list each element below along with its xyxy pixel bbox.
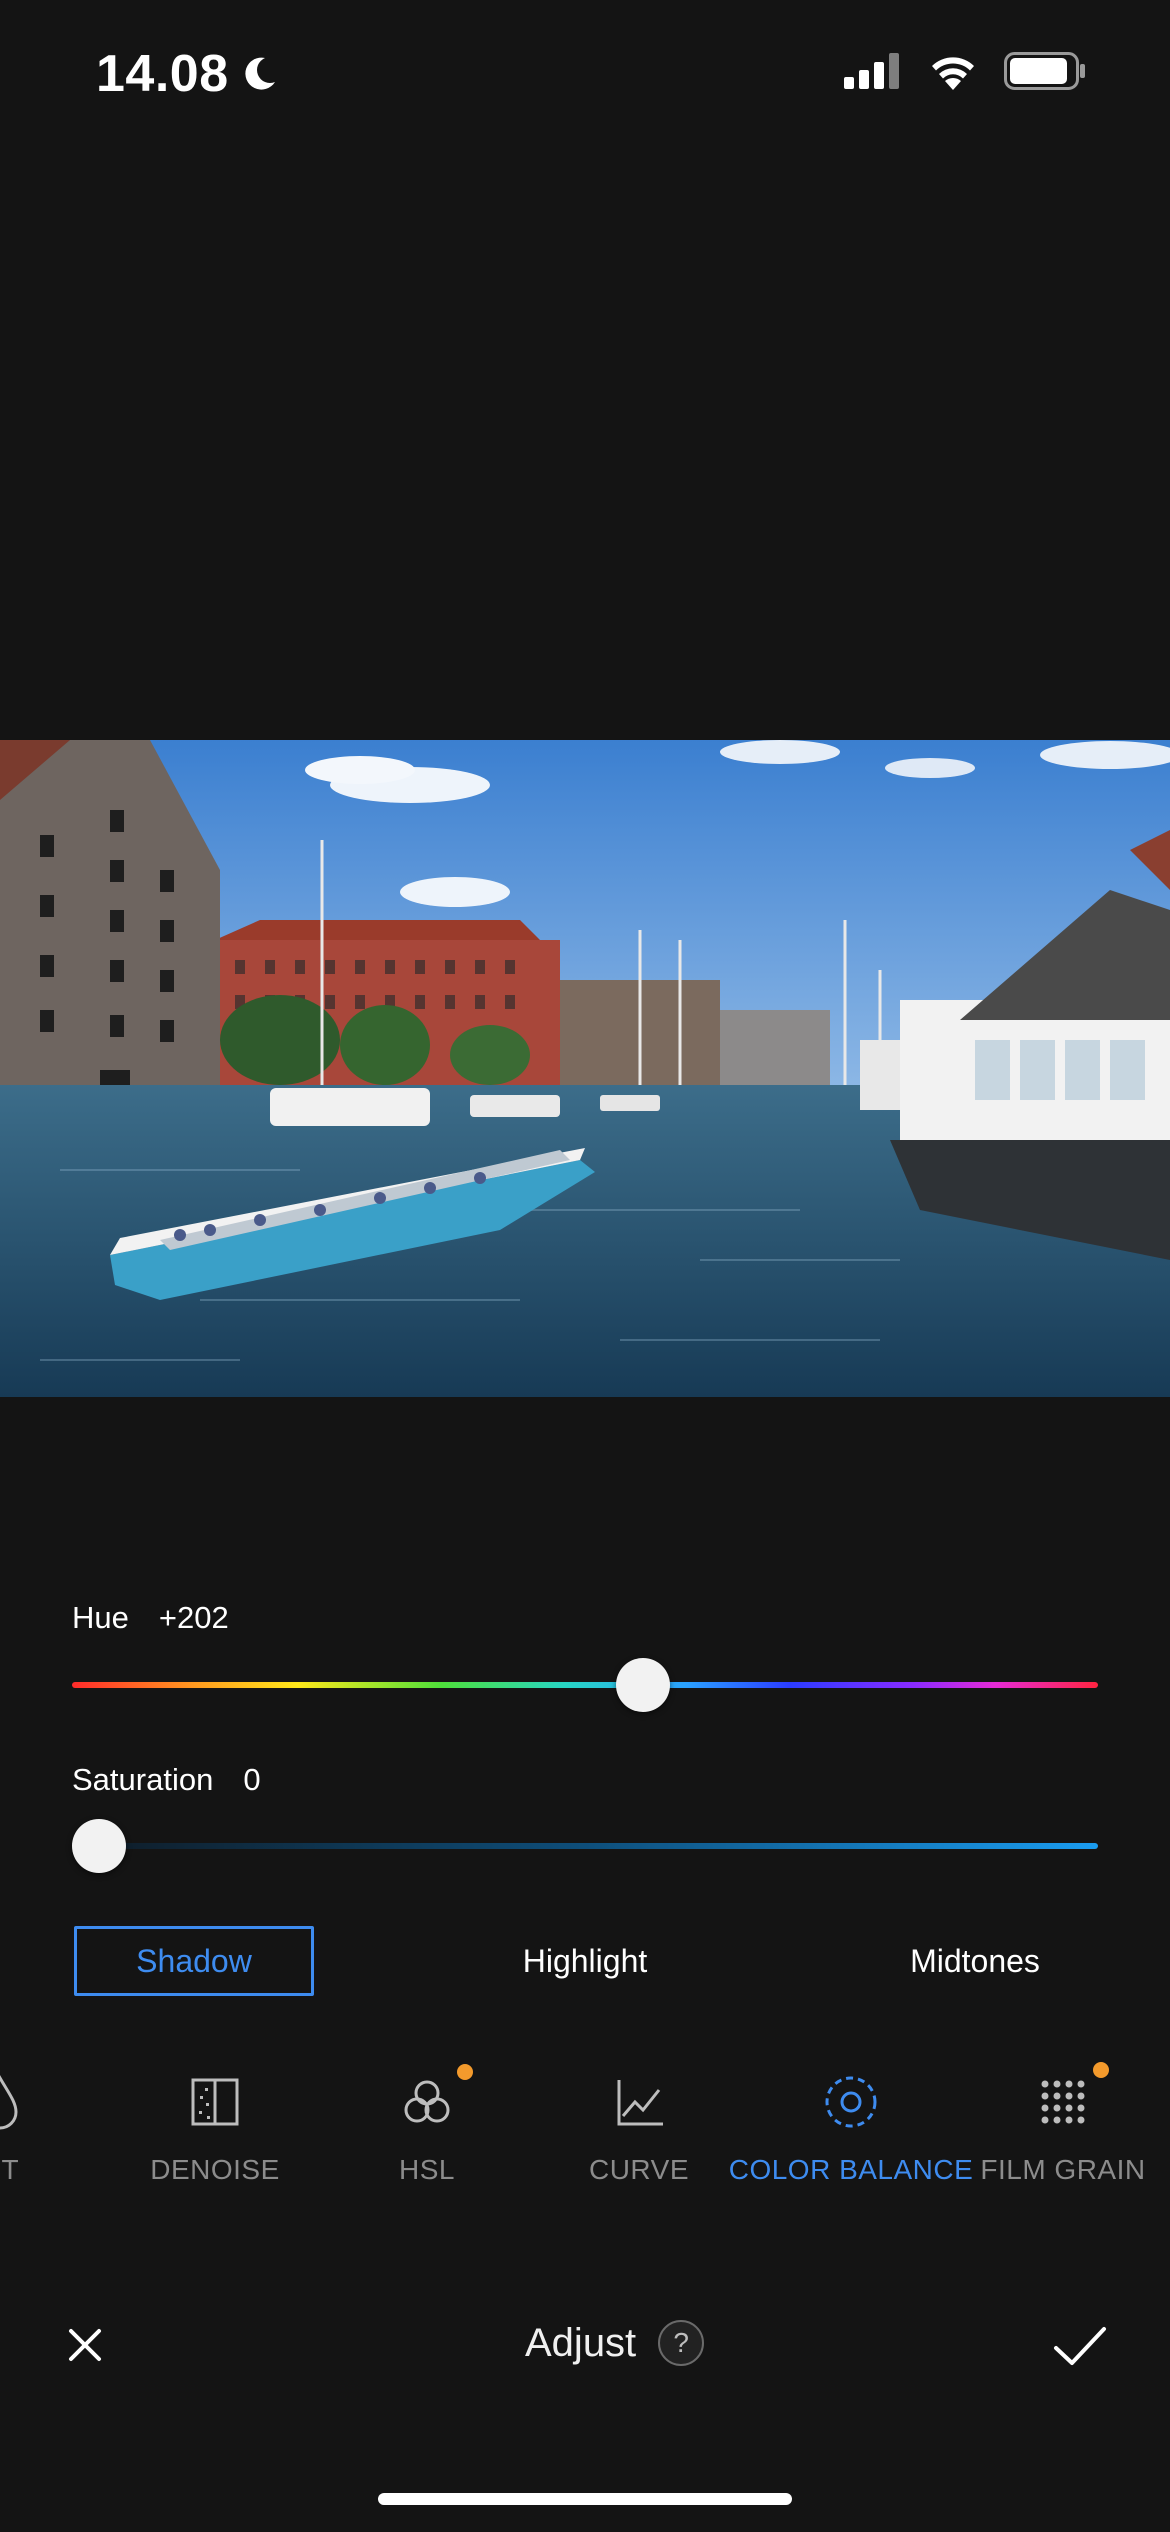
hsl-modified-dot: [457, 2064, 473, 2080]
tool-color-balance[interactable]: COLOR BALANCE: [729, 2070, 973, 2186]
confirm-button[interactable]: [1050, 2318, 1110, 2374]
saturation-label: Saturation: [72, 1762, 214, 1797]
close-icon: [69, 2329, 101, 2361]
status-time: 14.08: [96, 44, 279, 104]
hue-slider-thumb[interactable]: [616, 1658, 671, 1712]
tab-midtones[interactable]: Midtones: [855, 1926, 1095, 1996]
hsl-icon: [395, 2064, 473, 2134]
tab-shadow[interactable]: Shadow: [74, 1926, 314, 1996]
saturation-label-row: Saturation 0: [72, 1762, 261, 1798]
bottom-title-group: Adjust ?: [525, 2320, 705, 2366]
tool-hsl[interactable]: HSL: [317, 2064, 537, 2186]
home-indicator[interactable]: [378, 2493, 792, 2505]
tool-item-partial[interactable]: NT: [0, 2070, 110, 2186]
adjust-title: Adjust: [525, 2320, 637, 2365]
wifi-icon: [932, 57, 974, 90]
tool-label: CURVE: [588, 2154, 689, 2185]
tool-label: DENOISE: [150, 2154, 280, 2185]
film-grain-modified-dot: [1093, 2062, 1109, 2078]
photo-preview[interactable]: [0, 740, 1170, 1397]
saturation-slider[interactable]: [72, 1816, 1098, 1876]
tool-label: COLOR BALANCE: [728, 2154, 974, 2185]
tool-label: HSL: [399, 2154, 455, 2185]
tool-denoise[interactable]: DENOISE: [105, 2070, 325, 2186]
denoise-icon: [183, 2070, 247, 2134]
hue-label: Hue: [72, 1600, 129, 1635]
curve-icon: [607, 2070, 671, 2134]
battery-icon: [1004, 52, 1085, 90]
clock-text: 14.08: [96, 45, 229, 103]
tab-highlight[interactable]: Highlight: [465, 1926, 705, 1996]
tab-shadow-label: Shadow: [136, 1942, 252, 1979]
saturation-slider-thumb[interactable]: [72, 1819, 126, 1873]
help-button[interactable]: ?: [658, 2320, 705, 2366]
saturation-value: 0: [243, 1762, 261, 1797]
tab-midtones-label: Midtones: [910, 1942, 1040, 1979]
cellular-signal-icon: [844, 53, 899, 89]
tab-highlight-label: Highlight: [522, 1942, 648, 1979]
cancel-button[interactable]: [60, 2320, 110, 2370]
color-balance-icon: [819, 2070, 883, 2134]
canal-photo: [0, 740, 1170, 1397]
tool-label: NT: [0, 2154, 20, 2185]
saturation-track: [72, 1843, 1098, 1849]
hue-track: [72, 1682, 1098, 1688]
moon-icon: [245, 57, 275, 90]
tool-curve[interactable]: CURVE: [529, 2070, 749, 2186]
hue-slider[interactable]: [72, 1655, 1098, 1715]
status-icons: [844, 52, 1086, 90]
hue-value: +202: [158, 1600, 229, 1635]
tool-film-grain[interactable]: FILM GRAIN: [953, 2062, 1170, 2186]
hue-label-row: Hue +202: [72, 1600, 229, 1636]
tool-label: FILM GRAIN: [980, 2154, 1146, 2185]
film-grain-icon: [1031, 2062, 1109, 2134]
checkmark-icon: [1054, 2327, 1106, 2365]
drop-icon: [0, 2070, 32, 2134]
